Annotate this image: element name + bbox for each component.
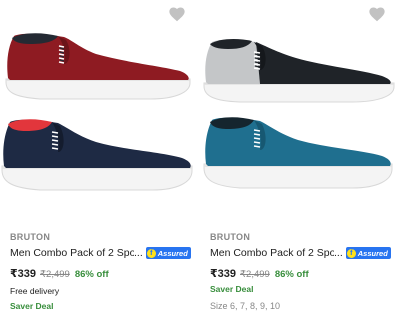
assured-badge: f Assured (145, 247, 191, 259)
deal-tag: Saver Deal (210, 284, 254, 294)
navy-shoe (1, 119, 193, 191)
discount-percent: 86% off (274, 269, 309, 280)
title-ellipsis: ... (334, 247, 343, 259)
original-price: ₹2,499 (40, 269, 70, 280)
product-title[interactable]: Men Combo Pack of 2 Sports Sho (10, 247, 134, 259)
assured-label: Assured (157, 248, 188, 258)
teal-shoe (203, 117, 393, 189)
assured-badge: f Assured (345, 247, 391, 259)
selling-price: ₹339 (10, 268, 37, 280)
flipkart-f-icon: f (346, 248, 356, 258)
deal-tag: Saver Deal (10, 301, 54, 311)
shoe-pair-image (1, 33, 193, 191)
shoe-pair-image (203, 39, 395, 189)
product-card-2[interactable]: BRUTON Men Combo Pack of 2 Sports Sho ..… (200, 0, 400, 311)
discount-percent: 86% off (74, 269, 109, 280)
product-image[interactable] (200, 0, 400, 222)
original-price: ₹2,499 (240, 269, 270, 280)
heart-icon[interactable] (368, 6, 386, 22)
product-info: BRUTON Men Combo Pack of 2 Sports Sho ..… (210, 232, 395, 311)
product-info: BRUTON Men Combo Pack of 2 Sports Sho ..… (10, 232, 195, 312)
brand-name: BRUTON (210, 232, 251, 242)
delivery-info: Free delivery (10, 286, 60, 296)
maroon-shoe (5, 33, 191, 100)
product-title[interactable]: Men Combo Pack of 2 Sports Sho (210, 247, 334, 259)
flipkart-f-icon: f (146, 248, 156, 258)
assured-label: Assured (357, 248, 388, 258)
selling-price: ₹339 (210, 268, 237, 280)
brand-name: BRUTON (10, 232, 51, 242)
product-image[interactable] (0, 0, 200, 222)
heart-icon[interactable] (168, 6, 186, 22)
product-grid: BRUTON Men Combo Pack of 2 Sports Sho ..… (0, 0, 400, 312)
black-grey-shoe (203, 39, 395, 103)
product-card-1[interactable]: BRUTON Men Combo Pack of 2 Sports Sho ..… (0, 0, 200, 312)
title-ellipsis: ... (134, 247, 143, 259)
